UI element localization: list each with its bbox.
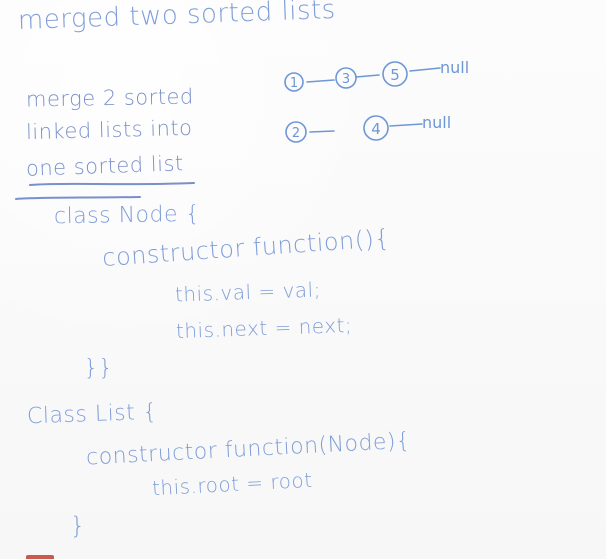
description-underline — [29, 182, 195, 186]
null-terminator: null — [440, 58, 469, 77]
whiteboard-page: merged two sorted lists merge 2 sorted l… — [0, 0, 606, 559]
code-line-3: this.val = val; — [174, 277, 322, 307]
linked-list-diagram: 1 3 5 null 2 4 null — [284, 58, 469, 143]
code-line-4: this.next = next; — [175, 312, 353, 344]
code-line-8: this.root = root — [151, 467, 314, 501]
link-line — [309, 130, 335, 133]
link-line — [389, 123, 423, 127]
bottom-marker — [26, 555, 54, 559]
list-one: 1 3 5 null — [284, 58, 469, 92]
code-line-5: }} — [84, 356, 113, 381]
code-line-2: constructor function(){ — [101, 223, 392, 273]
node-label: 2 — [292, 126, 300, 141]
code-line-9: } — [70, 512, 86, 540]
description-line-3: one sorted list — [25, 151, 185, 181]
code-line-7: constructor function(Node){ — [85, 428, 412, 471]
list-two: 2 4 null — [285, 113, 451, 143]
link-line — [355, 74, 380, 78]
description-line-2: linked lists into — [25, 115, 193, 145]
code-line-6: Class List { — [26, 399, 158, 430]
code-line-1: class Node { — [53, 201, 201, 230]
node-label: 1 — [290, 76, 298, 91]
node-label: 4 — [371, 120, 381, 138]
null-terminator: null — [422, 113, 451, 132]
node-label: 3 — [342, 72, 350, 87]
page-title: merged two sorted lists — [17, 0, 337, 36]
description-line-1: merge 2 sorted — [25, 84, 194, 112]
link-line — [409, 67, 441, 72]
section-divider — [15, 196, 141, 200]
link-line — [306, 79, 335, 83]
node-label: 5 — [390, 66, 400, 84]
